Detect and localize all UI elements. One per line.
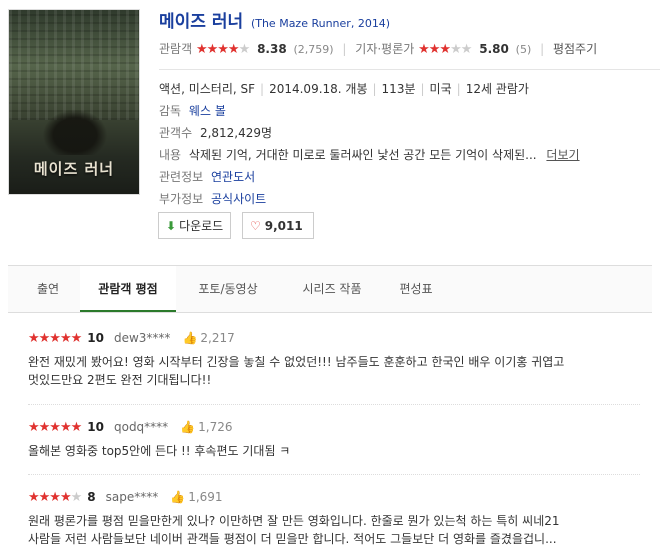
viewers-label: 관객수 bbox=[159, 126, 193, 140]
thumbs-up-icon[interactable]: 👍 bbox=[170, 490, 185, 504]
review-likes: 2,217 bbox=[200, 331, 235, 345]
review-score: 10 bbox=[87, 420, 104, 434]
audience-label: 관람객 bbox=[159, 42, 193, 56]
download-button[interactable]: ⬇ 다운로드 bbox=[158, 212, 232, 239]
write-review-link[interactable]: 평점주기 bbox=[553, 42, 597, 56]
related-row: 관련정보 연관도서 bbox=[159, 168, 255, 185]
review-stars: ★★★★★ bbox=[28, 489, 82, 505]
review-user: dew3**** bbox=[113, 331, 171, 345]
official-site-link[interactable]: 공식사이트 bbox=[211, 192, 266, 206]
movie-title-kr[interactable]: 메이즈 러너 bbox=[159, 12, 243, 32]
review-score: 10 bbox=[87, 331, 104, 345]
review-item: ★★★★★ 8 sape**** 👍 1,691 원래 평론가를 평점 믿을만한… bbox=[28, 488, 640, 548]
review-stars: ★★★★★ bbox=[28, 330, 82, 346]
runtime: 113분 bbox=[381, 82, 416, 96]
review-text: 원래 평론가를 평점 믿을만한게 있나? 이만하면 잘 만든 영화입니다. 한줄… bbox=[28, 514, 560, 546]
thumbs-up-icon[interactable]: 👍 bbox=[182, 331, 197, 345]
poster-title: 메이즈 러너 bbox=[33, 160, 115, 178]
critic-label: 기자·평론가 bbox=[355, 42, 415, 56]
tab-schedule[interactable]: 편성표 bbox=[390, 266, 442, 312]
review-divider bbox=[28, 404, 640, 405]
poster-maze-art bbox=[9, 10, 139, 120]
tab-bar: 출연 관람객 평점 포토/동영상 시리즈 작품 편성표 bbox=[8, 265, 652, 313]
extra-row: 부가정보 공식사이트 bbox=[159, 190, 266, 207]
rating-row: 관람객 ★★★★★ 8.38 (2,759) | 기자·평론가 ★★★★★ 5.… bbox=[159, 42, 598, 57]
critic-stars: ★★★★★ bbox=[418, 42, 472, 57]
download-label: 다운로드 bbox=[179, 219, 224, 233]
related-books-link[interactable]: 연관도서 bbox=[211, 170, 255, 184]
review-user: sape**** bbox=[105, 490, 159, 504]
tab-cast[interactable]: 출연 bbox=[26, 266, 70, 312]
heart-icon: ♡ bbox=[250, 218, 261, 233]
tab-audience-rating[interactable]: 관람객 평점 bbox=[80, 266, 176, 312]
review-item: ★★★★★ 10 qodq**** 👍 1,726 올해본 영화중 top5안에… bbox=[28, 418, 640, 460]
review-stars: ★★★★★ bbox=[28, 419, 82, 435]
movie-title-en: (The Maze Runner, 2014) bbox=[250, 17, 391, 30]
review-item: ★★★★★ 10 dew3**** 👍 2,217 완전 재밌게 봤어요! 영화… bbox=[28, 329, 640, 389]
content-summary: 삭제된 기억, 거대한 미로로 둘러싸인 낯선 공간 모든 기억이 삭제된... bbox=[188, 148, 537, 162]
basic-info-row: 액션, 미스터리, SF | 2014.09.18. 개봉 | 113분 | 미국 | 12세 … bbox=[159, 82, 529, 96]
content-label: 내용 bbox=[159, 148, 182, 162]
audience-stars: ★★★★★ bbox=[195, 42, 250, 57]
critic-count: (5) bbox=[515, 43, 532, 56]
release-date[interactable]: 2014.09.18. 개봉 bbox=[269, 82, 367, 96]
poster-figures-art bbox=[37, 105, 113, 155]
content-row: 내용 삭제된 기억, 거대한 미로로 둘러싸인 낯선 공간 모든 기억이 삭제된… bbox=[159, 146, 580, 163]
like-count: 9,011 bbox=[264, 218, 303, 233]
viewers-count: 2,812,429명 bbox=[199, 126, 273, 140]
movie-poster[interactable]: 메이즈 러너 bbox=[8, 9, 140, 195]
review-score: 8 bbox=[87, 490, 96, 504]
director-label: 감독 bbox=[159, 104, 182, 118]
director-link[interactable]: 웨스 볼 bbox=[189, 104, 226, 118]
like-button[interactable]: ♡ 9,011 bbox=[242, 212, 314, 239]
info-divider bbox=[159, 69, 660, 70]
viewers-row: 관객수 2,812,429명 bbox=[159, 124, 272, 141]
related-label: 관련정보 bbox=[159, 170, 204, 184]
tab-series[interactable]: 시리즈 작품 bbox=[290, 266, 374, 312]
extra-label: 부가정보 bbox=[159, 192, 204, 206]
download-icon: ⬇ bbox=[166, 218, 177, 233]
review-text: 올해본 영화중 top5안에 든다 !! 후속편도 기대됨 ㅋ bbox=[28, 444, 291, 458]
review-likes: 1,726 bbox=[198, 420, 233, 434]
genre[interactable]: 액션, 미스터리, SF bbox=[159, 82, 255, 96]
review-divider bbox=[28, 474, 640, 475]
country[interactable]: 미국 bbox=[430, 82, 452, 96]
review-user: qodq**** bbox=[113, 420, 169, 434]
more-link[interactable]: 더보기 bbox=[546, 148, 579, 162]
audience-count: (2,759) bbox=[293, 43, 334, 56]
age-rating[interactable]: 12세 관람가 bbox=[466, 82, 529, 96]
thumbs-up-icon[interactable]: 👍 bbox=[180, 420, 195, 434]
tab-photo-video[interactable]: 포토/동영상 bbox=[186, 266, 270, 312]
director-row: 감독 웨스 볼 bbox=[159, 102, 226, 119]
audience-score: 8.38 bbox=[257, 42, 287, 56]
review-text: 완전 재밌게 봤어요! 영화 시작부터 긴장을 놓칠 수 없었던!!! 남주들도… bbox=[28, 355, 565, 387]
movie-title: 메이즈 러너 (The Maze Runner, 2014) bbox=[159, 7, 390, 32]
critic-score: 5.80 bbox=[479, 42, 509, 56]
review-likes: 1,691 bbox=[188, 490, 223, 504]
